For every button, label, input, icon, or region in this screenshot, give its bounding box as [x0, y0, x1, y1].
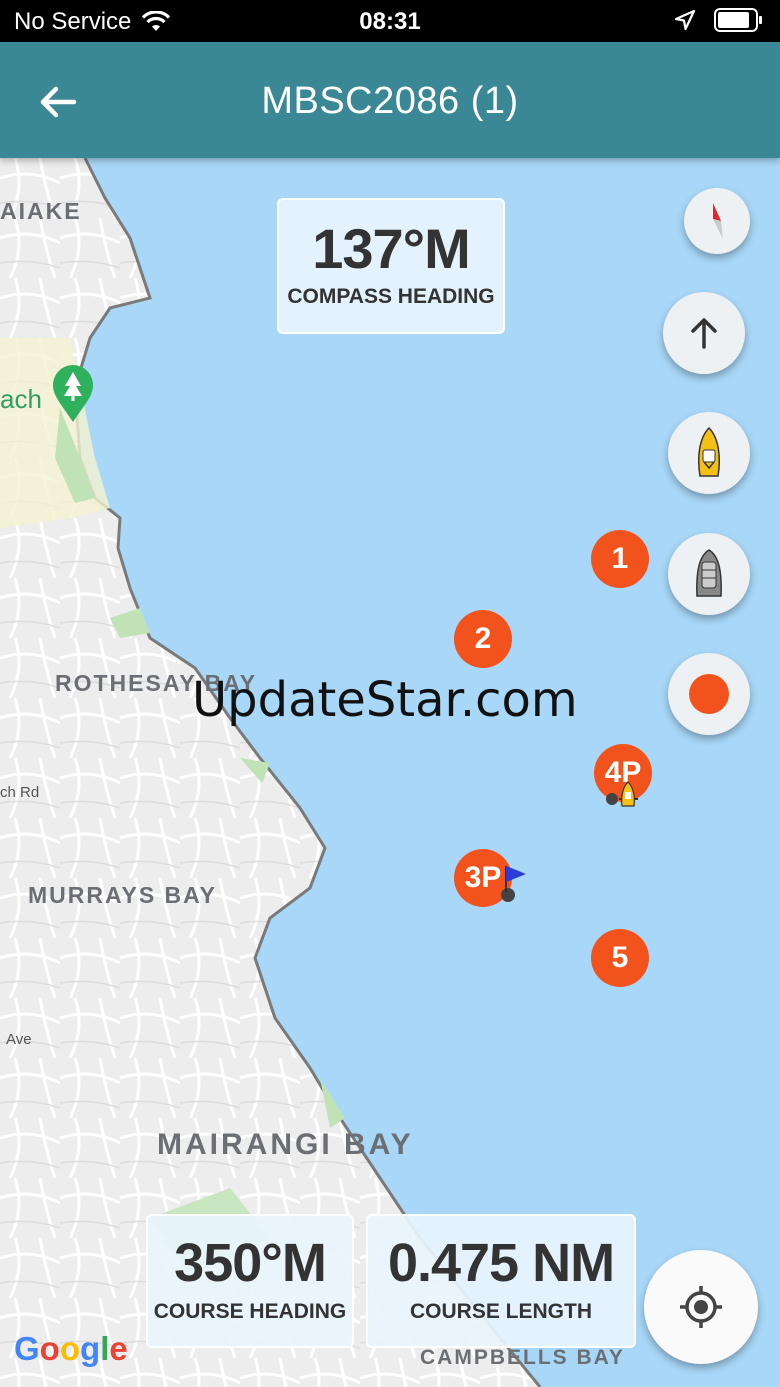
course-length-box: 0.475 NM COURSE LENGTH: [366, 1214, 636, 1348]
page-title: MBSC2086 (1): [261, 80, 519, 122]
compass-heading-label: COMPASS HEADING: [287, 285, 495, 308]
map-label-waiake: AIAKE: [0, 198, 82, 224]
map-label-mairangi-bay: MAIRANGI BAY: [157, 1128, 414, 1161]
center-on-boat-button[interactable]: [668, 412, 750, 494]
compass-icon: [713, 203, 723, 239]
center-on-mark-boat-button[interactable]: [668, 533, 750, 615]
arrow-up-icon: [691, 318, 717, 349]
course-length-value: 0.475 NM: [387, 1233, 615, 1293]
status-bar: No Service 08:31: [0, 0, 780, 42]
map-view[interactable]: AIAKE ach ROTHESAY BAY ch Rd MURRAYS BAY…: [0, 158, 780, 1387]
boat-icon: [697, 426, 721, 477]
clock: 08:31: [359, 8, 421, 35]
boat-position-icon: [606, 781, 638, 807]
compass-heading-box: 137°M COMPASS HEADING: [277, 198, 505, 334]
map-label-campbells-bay: CAMPBELLS BAY: [420, 1346, 625, 1369]
watermark: UpdateStar.com: [192, 672, 578, 728]
location-arrow-icon: [674, 9, 696, 31]
crosshair-icon: [680, 1286, 722, 1328]
compass-heading-value: 137°M: [312, 217, 470, 280]
battery-icon: [714, 8, 762, 32]
north-up-button[interactable]: [663, 292, 745, 374]
record-button[interactable]: [668, 653, 750, 735]
my-location-button[interactable]: [644, 1250, 758, 1364]
course-heading-value: 350°M: [174, 1233, 327, 1293]
record-icon: [689, 674, 729, 714]
compass-button[interactable]: [684, 188, 750, 254]
map-label-beach: ach: [0, 384, 42, 414]
app-bar: MBSC2086 (1): [0, 42, 780, 158]
map-land-layer: [0, 158, 542, 1387]
course-marker-2[interactable]: 2: [454, 610, 512, 668]
course-marker-1[interactable]: 1: [591, 530, 649, 588]
course-heading-label: COURSE HEADING: [153, 1300, 347, 1323]
map-label-murrays-bay: MURRAYS BAY: [28, 882, 218, 908]
course-marker-5[interactable]: 5: [591, 929, 649, 987]
map-label-road: ch Rd: [0, 784, 40, 801]
map-label-avenue: Ave: [6, 1031, 32, 1048]
park-pin-icon[interactable]: [51, 364, 95, 424]
course-length-label: COURSE LENGTH: [409, 1300, 592, 1323]
flag-icon: [501, 866, 526, 902]
rib-boat-icon: [696, 549, 722, 597]
course-heading-box: 350°M COURSE HEADING: [146, 1214, 354, 1348]
google-attribution: Google: [14, 1330, 128, 1367]
